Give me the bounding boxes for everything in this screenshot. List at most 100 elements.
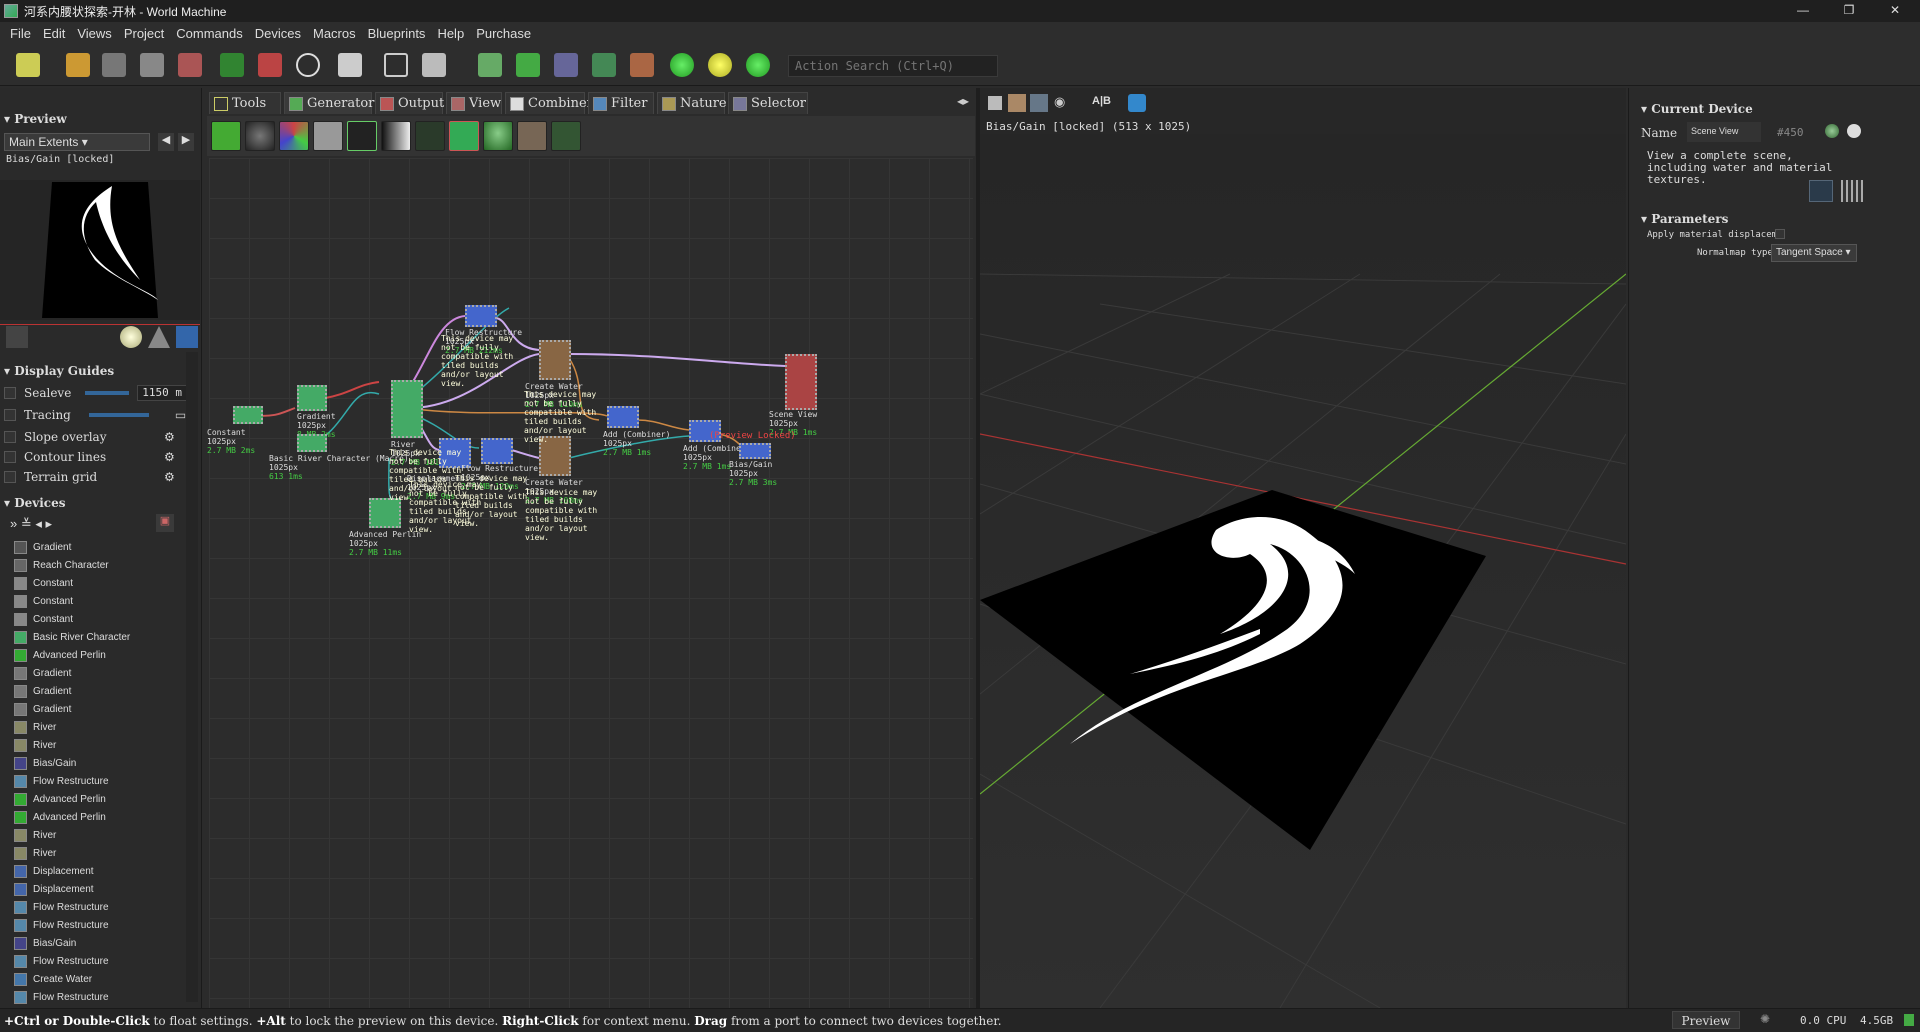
3d-viewport[interactable] — [979, 134, 1627, 1009]
device-list-item[interactable]: Flow Restructure — [14, 916, 184, 934]
graph-node[interactable] — [481, 438, 513, 464]
menu-macros[interactable]: Macros — [307, 26, 362, 41]
menu-help[interactable]: Help — [431, 26, 470, 41]
menu-views[interactable]: Views — [71, 26, 117, 41]
color-gen-icon[interactable] — [279, 121, 309, 151]
tracing-checkbox[interactable] — [4, 409, 16, 421]
tool-icon[interactable] — [178, 53, 202, 77]
tab-output[interactable]: Output — [375, 92, 444, 114]
device-list-item[interactable]: Reach Character — [14, 556, 184, 574]
river-gen-icon[interactable] — [551, 121, 581, 151]
folder-icon[interactable]: ▭ — [175, 408, 186, 422]
graph-node[interactable] — [297, 385, 327, 411]
device-list-item[interactable]: Flow Restructure — [14, 988, 184, 1006]
device-list-item[interactable]: Gradient — [14, 682, 184, 700]
landscape-icon[interactable] — [592, 53, 616, 77]
device-list-item[interactable]: River — [14, 736, 184, 754]
menu-file[interactable]: File — [4, 26, 37, 41]
constant-icon[interactable] — [313, 121, 343, 151]
graph-node[interactable] — [297, 434, 327, 452]
graph-node[interactable] — [539, 340, 571, 380]
tab-nature[interactable]: Nature — [657, 92, 727, 114]
tab-view[interactable]: View — [446, 92, 502, 114]
name-field[interactable]: Scene View — [1687, 122, 1761, 142]
menu-edit[interactable]: Edit — [37, 26, 71, 41]
render-icon[interactable] — [554, 53, 578, 77]
close-button[interactable]: ✕ — [1872, 0, 1918, 22]
layout-generator-icon[interactable] — [347, 121, 377, 151]
device-list-item[interactable]: Advanced Perlin — [14, 790, 184, 808]
globe-icon[interactable] — [746, 53, 770, 77]
action-search-input[interactable] — [788, 55, 998, 77]
lighting-icon[interactable] — [120, 326, 142, 348]
erosion-icon[interactable] — [517, 121, 547, 151]
device-graph-canvas[interactable]: Constant1025px2.7 MB 2msGradient1025px8 … — [207, 158, 973, 1008]
slope-checkbox[interactable] — [4, 431, 16, 443]
menu-purchase[interactable]: Purchase — [470, 26, 537, 41]
layout-grid-icon[interactable] — [422, 53, 446, 77]
sliders-icon[interactable] — [1809, 180, 1833, 202]
settings-icon[interactable] — [338, 53, 362, 77]
device-list-item[interactable]: River — [14, 844, 184, 862]
preview-image[interactable] — [0, 180, 200, 320]
edit-icon[interactable] — [1847, 124, 1861, 138]
graph-node[interactable] — [785, 354, 817, 410]
device-color-icon[interactable] — [1825, 124, 1839, 138]
grid-icon[interactable] — [1841, 180, 1863, 202]
slope-gear-icon[interactable]: ⚙ — [164, 430, 175, 444]
gradient-icon[interactable] — [381, 121, 411, 151]
tab-scroll-icon[interactable]: ◂▸ — [957, 94, 969, 108]
contour-gear-icon[interactable]: ⚙ — [164, 450, 175, 464]
voronoi-icon[interactable] — [245, 121, 275, 151]
maximize-button[interactable]: ❐ — [1826, 0, 1872, 22]
lock-icon[interactable]: ▣ — [156, 514, 174, 532]
minimize-button[interactable]: — — [1780, 0, 1826, 22]
yellow-sphere-icon[interactable] — [708, 53, 732, 77]
water-icon[interactable] — [176, 326, 198, 348]
device-list-item[interactable]: Create Water — [14, 970, 184, 988]
left-scrollbar[interactable] — [186, 352, 198, 1002]
preview-mode-icon[interactable] — [6, 326, 28, 348]
camera-icon[interactable] — [988, 96, 1002, 110]
screenshot-icon[interactable] — [1128, 94, 1146, 112]
device-list-item[interactable]: Flow Restructure — [14, 772, 184, 790]
graph-node[interactable] — [391, 380, 423, 438]
grid-build-icon[interactable] — [516, 53, 540, 77]
tab-tools[interactable]: Tools — [209, 92, 281, 114]
device-list-item[interactable]: Flow Restructure — [14, 898, 184, 916]
device-list-item[interactable]: Bias/Gain — [14, 754, 184, 772]
device-list-item[interactable]: Constant — [14, 592, 184, 610]
mound-icon[interactable] — [483, 121, 513, 151]
ab-compare-button[interactable]: A|B — [1092, 95, 1111, 107]
radial-icon[interactable] — [449, 121, 479, 151]
normalmap-select[interactable]: Tangent Space ▾ — [1771, 244, 1857, 262]
menu-blueprints[interactable]: Blueprints — [362, 26, 432, 41]
apply-displacement-checkbox[interactable] — [1775, 229, 1785, 239]
texture-mode-icon[interactable] — [1030, 94, 1048, 112]
scatter-icon[interactable] — [415, 121, 445, 151]
device-list-item[interactable]: Flow Restructure — [14, 952, 184, 970]
sealevel-slider[interactable] — [85, 391, 130, 395]
sealevel-value[interactable]: 1150 — [142, 386, 169, 399]
advanced-perlin-icon[interactable] — [211, 121, 241, 151]
terrain-grid-checkbox[interactable] — [4, 471, 16, 483]
graph-node[interactable] — [233, 406, 263, 424]
device-list-item[interactable]: Gradient — [14, 664, 184, 682]
device-list-item[interactable]: Bias/Gain — [14, 934, 184, 952]
device-list-item[interactable]: Basic River Character — [14, 628, 184, 646]
graph-node[interactable] — [465, 305, 497, 327]
graph-node[interactable] — [607, 406, 639, 428]
terrain-gear-icon[interactable]: ⚙ — [164, 470, 175, 484]
preview-button[interactable]: Preview — [1672, 1011, 1740, 1029]
layout-single-icon[interactable] — [384, 53, 408, 77]
texture-icon[interactable] — [630, 53, 654, 77]
device-list-item[interactable]: River — [14, 826, 184, 844]
device-list-item[interactable]: Constant — [14, 610, 184, 628]
new-project-icon[interactable] — [16, 53, 40, 77]
device-list-item[interactable]: River — [14, 718, 184, 736]
green-sphere-icon[interactable] — [670, 53, 694, 77]
extents-select[interactable]: Main Extents ▾ — [4, 133, 150, 151]
device-list-item[interactable]: Gradient — [14, 700, 184, 718]
render-mode-icon[interactable] — [1008, 94, 1026, 112]
sealevel-checkbox[interactable] — [4, 387, 16, 399]
